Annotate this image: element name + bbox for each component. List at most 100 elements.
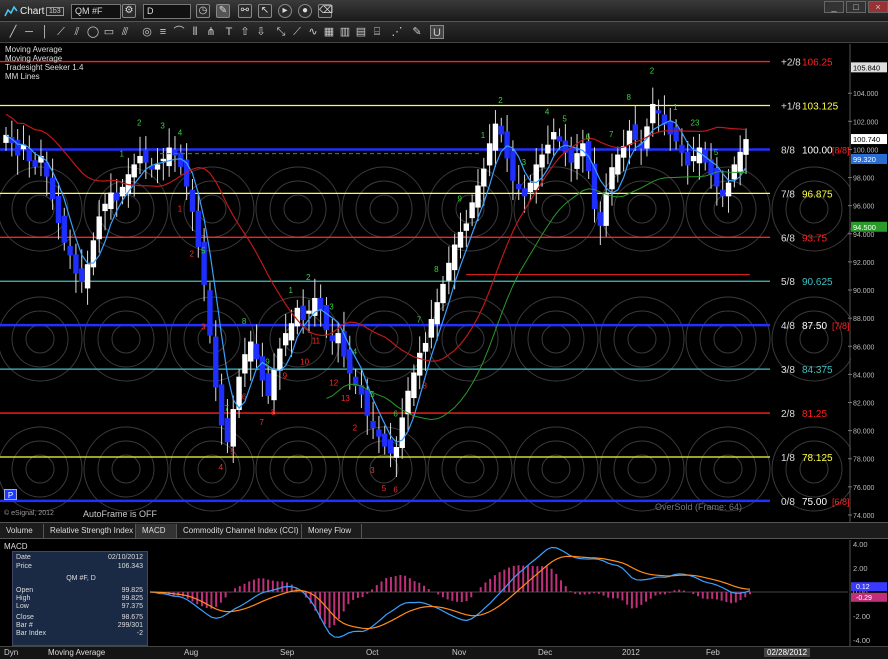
- price-tick-label: 100.000: [853, 147, 878, 154]
- candle-body: [26, 148, 33, 162]
- candle-body: [306, 310, 312, 314]
- tab-macd[interactable]: MACD: [136, 524, 177, 538]
- arrow-down-tool-icon[interactable]: ⇩: [254, 25, 268, 39]
- td-count-green: 23: [691, 119, 700, 128]
- tab-volume[interactable]: Volume: [0, 524, 44, 538]
- info-bar-label: Bar #: [16, 622, 33, 629]
- cycle-tool-icon[interactable]: ∿: [306, 25, 320, 39]
- interval-input[interactable]: D: [143, 3, 191, 19]
- fib-arc-tool-icon[interactable]: ⌒: [172, 25, 186, 39]
- gann-fan-tool-icon[interactable]: ⫻: [118, 25, 132, 39]
- ray-tool-icon[interactable]: ⟋: [54, 25, 68, 39]
- eraser-icon[interactable]: ⌫: [318, 4, 333, 18]
- study-moving-average-1[interactable]: Moving Average: [5, 45, 83, 54]
- td-count-green: 4: [545, 107, 550, 116]
- candle-body: [230, 409, 236, 447]
- candle-body: [603, 192, 609, 226]
- mm-line-label: 5/8: [781, 277, 795, 288]
- candle-body: [288, 323, 295, 341]
- sequence-tool-icon[interactable]: ▤: [354, 25, 368, 39]
- mm-line-label: 1/8: [781, 453, 795, 464]
- swing-tool-icon[interactable]: ⋰: [390, 25, 404, 39]
- ellipse-tool-icon[interactable]: ◯: [86, 25, 100, 39]
- candle-body: [265, 373, 271, 396]
- tab-rsi[interactable]: Relative Strength Index: [44, 524, 136, 538]
- vertical-line-tool-icon[interactable]: │: [38, 25, 52, 39]
- candle-body: [521, 188, 528, 197]
- rectangle-tool-icon[interactable]: ▭: [102, 25, 116, 39]
- draw-pencil-icon[interactable]: ✎: [216, 4, 230, 18]
- maximize-button[interactable]: □: [846, 1, 866, 13]
- dyn-label[interactable]: Dyn: [4, 648, 18, 657]
- gann-circle: [369, 194, 399, 224]
- link-icon[interactable]: ⚯: [238, 4, 252, 18]
- td-count-green: 4: [178, 128, 183, 137]
- price-tick-label: 80.000: [853, 429, 875, 436]
- play-icon[interactable]: ▸: [278, 4, 292, 18]
- mm-line-label: +1/8: [781, 102, 801, 113]
- candle-body: [317, 297, 324, 311]
- td-count-green: 2: [650, 67, 655, 76]
- candle-body: [160, 158, 167, 162]
- grid-tool-icon[interactable]: ▦: [322, 25, 336, 39]
- symbol-settings-icon[interactable]: ⚙: [122, 4, 136, 18]
- gann-circle: [441, 310, 499, 368]
- fib-retrace-tool-icon[interactable]: ≡: [156, 25, 170, 39]
- candle-body: [271, 369, 277, 401]
- window-title: Chart: [20, 5, 45, 17]
- trendline-tool-icon[interactable]: ╱: [6, 25, 20, 39]
- mm-line-value: 90.625: [802, 277, 833, 288]
- bars-tool-icon[interactable]: ▥: [338, 25, 352, 39]
- study-tradesight-seeker[interactable]: Tradesight Seeker 1.4: [5, 63, 83, 72]
- draw-pencil-tool-icon[interactable]: ✎: [410, 25, 424, 39]
- pti-tool-icon[interactable]: ⌸: [370, 25, 384, 39]
- info-close-value: 98.675: [121, 614, 143, 621]
- tab-money-flow[interactable]: Money Flow: [302, 524, 362, 538]
- gann-circle: [169, 166, 255, 252]
- fib-time-tool-icon[interactable]: ⦀: [188, 25, 202, 39]
- candle-body: [73, 254, 79, 274]
- measure-tool-icon[interactable]: ⤡: [274, 25, 288, 39]
- fib-circle-tool-icon[interactable]: ◎: [140, 25, 154, 39]
- p-button[interactable]: P: [4, 489, 17, 500]
- lock-tool-icon[interactable]: U: [430, 25, 444, 39]
- channel-tool-icon[interactable]: ⫽: [70, 25, 84, 39]
- record-icon[interactable]: ●: [298, 4, 312, 18]
- mm-line-extra: [8/8]: [832, 145, 850, 155]
- candle-body: [492, 123, 499, 151]
- cursor-icon[interactable]: ↖: [258, 4, 272, 18]
- gann-circle: [713, 454, 743, 484]
- td-count-green: 1: [481, 131, 486, 140]
- regression-tool-icon[interactable]: ⟋: [290, 25, 304, 39]
- arrow-up-tool-icon[interactable]: ⇧: [238, 25, 252, 39]
- pitchfork-tool-icon[interactable]: ⋔: [204, 25, 218, 39]
- candle-body: [172, 149, 178, 156]
- candle-body: [329, 335, 335, 342]
- gann-circle: [599, 426, 685, 512]
- candle-body: [685, 151, 691, 166]
- price-chart[interactable]: 74.000 76.000 78.000 80.000 82.000 84.000 86.0…: [0, 44, 888, 522]
- text-tool-icon[interactable]: T: [222, 25, 236, 39]
- gann-circle: [685, 426, 771, 512]
- close-button[interactable]: ×: [868, 1, 888, 13]
- study-moving-average-2[interactable]: Moving Average: [5, 54, 83, 63]
- candle-body: [218, 384, 225, 426]
- candle-body: [516, 184, 522, 190]
- horizontal-line-tool-icon[interactable]: ─: [22, 25, 36, 39]
- macd-panel[interactable]: 4.00 2.00 0.00 -2.00 -4.00 0.12 -0.29 MACD Dat…: [0, 540, 888, 646]
- candle-body: [405, 390, 411, 415]
- minimize-button[interactable]: _: [824, 1, 844, 13]
- candle-body: [131, 164, 137, 178]
- gann-circle: [83, 296, 169, 382]
- cursor-date-box: 02/28/2012: [764, 648, 811, 657]
- gann-circle: [441, 440, 499, 498]
- tab-cci[interactable]: Commodity Channel Index (CCI): [177, 524, 302, 538]
- interval-clock-icon[interactable]: ◷: [196, 4, 210, 18]
- gann-circle: [613, 180, 671, 238]
- gann-circle: [541, 454, 571, 484]
- study-mm-lines[interactable]: MM Lines: [5, 72, 83, 81]
- candle-body: [102, 203, 108, 212]
- price-tick-label: 74.000: [853, 513, 875, 520]
- td-count-green: 5: [370, 390, 375, 399]
- symbol-input[interactable]: QM #F: [71, 3, 121, 19]
